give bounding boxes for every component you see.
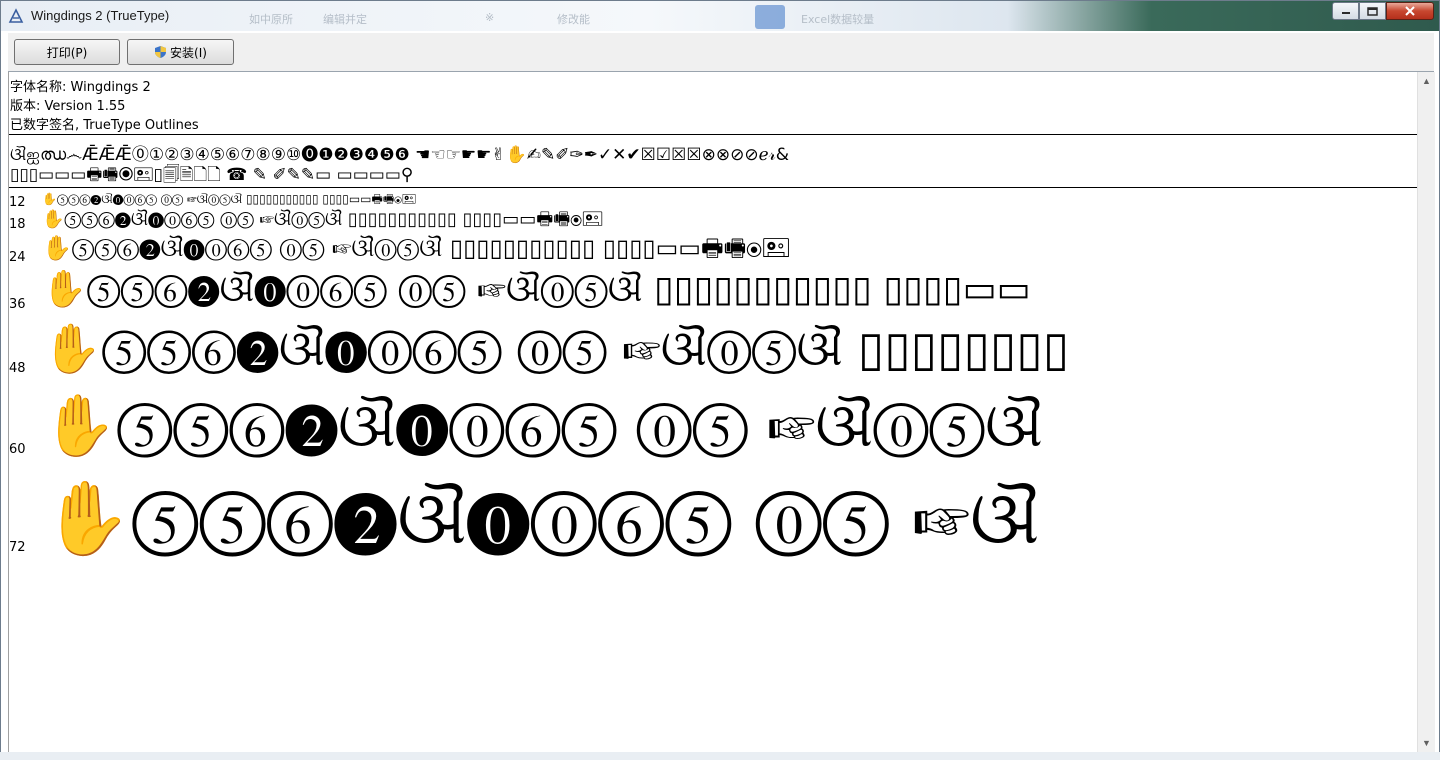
size-label: 60 [9,442,26,457]
background-window-text: ※ [485,11,495,24]
toolbar: 打印(P) 安装(I) [8,33,1434,72]
font-name-line: 字体名称: Wingdings 2 [10,80,151,95]
sample-text: ✋⑤⑤⑥❷ଔ⓿⓪⑥⑤ ⓪⑤ ☞ଔ⓪⑤ଔ [42,391,1043,461]
sample-text: ✋⑤⑤⑥❷ଔ⓿⓪⑥⑤ ⓪⑤ ☞ଔ⓪⑤ଔ ▯▯▯▯▯▯▯▯ [42,321,1070,377]
minimize-button[interactable] [1332,2,1359,20]
size-label: 72 [9,540,26,555]
vertical-scrollbar[interactable]: ▲ ▼ [1417,72,1435,753]
install-button[interactable]: 安装(I) [127,39,234,65]
sample-text: ✋⑤⑤⑥❷ଔ⓿⓪⑥⑤ ⓪⑤ ☞ଔ⓪⑤ଔ ▯▯▯▯▯▯▯▯▯▯▯ ▯▯▯▯▭▭🖶🖷… [42,192,417,206]
background-window-text: 编辑并定 [323,13,367,26]
title-bar[interactable]: Wingdings 2 (TrueType) 如中原所 编辑并定 ※ 修改能 E… [1,1,1439,31]
uac-shield-icon [154,45,167,59]
font-viewer-window: Wingdings 2 (TrueType) 如中原所 编辑并定 ※ 修改能 E… [0,0,1440,760]
divider [9,187,1418,188]
size-label: 48 [9,361,26,376]
sample-text: ✋⑤⑤⑥❷ଔ⓿⓪⑥⑤ ⓪⑤ ☞ଔ⓪⑤ଔ ▯▯▯▯▯▯▯▯▯▯▯ ▯▯▯▯▭▭ [42,269,1031,310]
window-title: Wingdings 2 (TrueType) [31,8,170,23]
taskbar-edge [0,752,1440,760]
sample-text: ✋⑤⑤⑥❷ଔ⓿⓪⑥⑤ ⓪⑤ ☞ଔ⓪⑤ଔ ▯▯▯▯▯▯▯▯▯▯▯ ▯▯▯▯▭▭🖶🖷… [42,234,791,262]
size-label: 24 [9,250,26,265]
close-icon [1405,6,1415,16]
font-app-icon [8,8,24,24]
scroll-down-arrow-icon[interactable]: ▼ [1422,738,1431,748]
print-button-label: 打印(P) [46,45,88,60]
background-window-text: 修改能 [557,13,590,26]
size-label: 36 [9,297,26,312]
install-button-label: 安装(I) [170,45,207,60]
scroll-up-arrow-icon[interactable]: ▲ [1422,76,1431,86]
size-label: 18 [9,217,26,232]
minimize-icon [1341,12,1350,14]
maximize-button[interactable] [1359,2,1386,20]
divider [9,134,1418,135]
print-button[interactable]: 打印(P) [14,39,120,65]
font-preview-area: 字体名称: Wingdings 2 版本: Version 1.55 已数字签名… [8,72,1418,753]
background-window-text: 如中原所 [249,13,293,26]
sample-text: ✋⑤⑤⑥❷ଔ⓿⓪⑥⑤ ⓪⑤ ☞ଔ [42,476,1040,560]
size-label: 12 [9,195,26,210]
background-app-icon [755,5,785,29]
font-version-line: 版本: Version 1.55 [10,99,126,114]
maximize-icon [1367,6,1378,16]
background-window-text: Excel数据较量 [801,13,875,26]
font-signature-line: 已数字签名, TrueType Outlines [10,118,199,133]
close-button[interactable] [1386,2,1434,20]
sample-text: ✋⑤⑤⑥❷ଔ⓿⓪⑥⑤ ⓪⑤ ☞ଔ⓪⑤ଔ ▯▯▯▯▯▯▯▯▯▯▯ ▯▯▯▯▭▭🖶🖷… [42,209,604,230]
